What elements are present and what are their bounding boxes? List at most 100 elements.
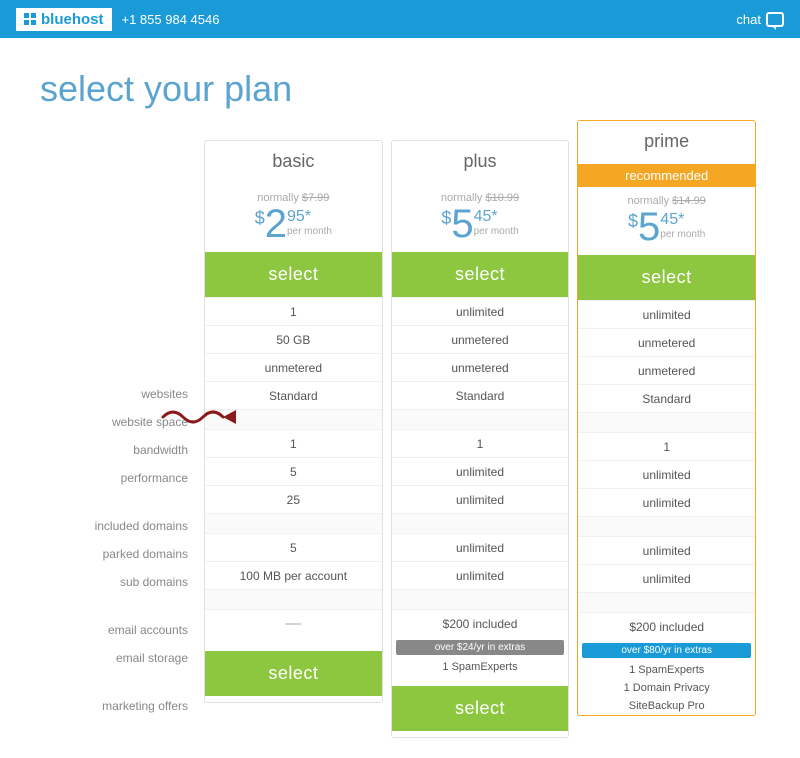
prime-marketing: $200 included xyxy=(578,612,755,640)
label-email-accounts: email accounts xyxy=(40,616,200,644)
basic-plan-name: basic xyxy=(210,151,377,172)
basic-cents: 95* xyxy=(287,208,311,226)
prime-spacer3 xyxy=(578,592,755,612)
prime-bandwidth: unmetered xyxy=(578,356,755,384)
logo-box[interactable]: bluehost xyxy=(16,8,112,31)
logo-grid-icon xyxy=(24,13,36,25)
prime-select-button[interactable]: select xyxy=(578,255,755,300)
basic-price-value: 2 xyxy=(265,204,287,244)
prime-bonus-1: 1 SpamExperts xyxy=(578,661,755,679)
basic-spacer2 xyxy=(205,513,382,533)
basic-price-area: normally $7.99 $ 2 95* per month xyxy=(205,184,382,252)
prime-price-value: 5 xyxy=(638,207,660,247)
basic-per: per month xyxy=(287,226,332,237)
plus-cents-val: 45 xyxy=(474,208,492,225)
label-spacer1 xyxy=(40,492,200,512)
prime-plan-name: prime xyxy=(583,131,750,152)
basic-select-button-bottom[interactable]: select xyxy=(205,651,382,696)
plus-normally: normally $10.99 xyxy=(397,192,564,204)
plus-included-domains: 1 xyxy=(392,429,569,457)
plus-dollar: $ xyxy=(441,208,451,229)
prime-bonus-3: SiteBackup Pro xyxy=(578,697,755,715)
plan-plus: plus normally $10.99 $ 5 45* per month xyxy=(391,140,570,738)
basic-websites: 1 xyxy=(205,297,382,325)
select-arrow-icon xyxy=(158,402,248,432)
prime-cents-val: 45 xyxy=(660,211,678,228)
basic-header: basic xyxy=(205,141,382,184)
prime-price-area: normally $14.99 $ 5 45* per month xyxy=(578,187,755,255)
plan-prime: prime recommended normally $14.99 $ 5 45… xyxy=(577,120,756,716)
page-content: select your plan websites website space … xyxy=(0,38,800,758)
basic-website-space: 50 GB xyxy=(205,325,382,353)
prime-price-main: $ 5 45* per month xyxy=(583,207,750,247)
plus-cents-period: 45* per month xyxy=(474,208,519,237)
basic-select-button[interactable]: select xyxy=(205,252,382,297)
basic-email-storage: 100 MB per account xyxy=(205,561,382,589)
prime-per: per month xyxy=(660,229,705,240)
plus-performance: Standard xyxy=(392,381,569,409)
plus-marketing: $200 included xyxy=(392,609,569,637)
label-parked-domains: parked domains xyxy=(40,540,200,568)
prime-email-accounts: unlimited xyxy=(578,536,755,564)
plus-normally-price: $10.99 xyxy=(485,192,519,204)
basic-marketing-dash: — xyxy=(285,615,301,633)
plus-bonus-1: 1 SpamExperts xyxy=(392,658,569,676)
label-included-domains: included domains xyxy=(40,512,200,540)
plus-spacer1 xyxy=(392,409,569,429)
basic-bottom-select-wrap: select xyxy=(205,645,382,702)
basic-parked-domains: 5 xyxy=(205,457,382,485)
plus-price-value: 5 xyxy=(451,204,473,244)
phone-number: +1 855 984 4546 xyxy=(122,12,220,27)
plus-website-space: unmetered xyxy=(392,325,569,353)
prime-websites: unlimited xyxy=(578,300,755,328)
label-spacer3 xyxy=(40,672,200,692)
arrow-decoration xyxy=(158,402,248,432)
prime-spacer2 xyxy=(578,516,755,536)
basic-included-domains: 1 xyxy=(205,429,382,457)
label-bandwidth: bandwidth xyxy=(40,436,200,464)
chat-button[interactable]: chat xyxy=(736,12,784,27)
plus-websites: unlimited xyxy=(392,297,569,325)
plus-spacer2 xyxy=(392,513,569,533)
prime-dollar: $ xyxy=(628,211,638,232)
plus-sub-domains: unlimited xyxy=(392,485,569,513)
prime-website-space: unmetered xyxy=(578,328,755,356)
prime-extras-badge: over $80/yr in extras xyxy=(582,643,751,658)
basic-price-main: $ 2 95* per month xyxy=(210,204,377,244)
plus-header: plus xyxy=(392,141,569,184)
plus-select-button[interactable]: select xyxy=(392,252,569,297)
prime-cents-period: 45* per month xyxy=(660,211,705,240)
plus-email-accounts: unlimited xyxy=(392,533,569,561)
page-title: select your plan xyxy=(40,68,760,110)
prime-normally-price: $14.99 xyxy=(672,195,706,207)
chat-icon xyxy=(766,12,784,27)
chat-label: chat xyxy=(736,12,761,27)
basic-spacer3 xyxy=(205,589,382,609)
plus-bandwidth: unmetered xyxy=(392,353,569,381)
basic-normally: normally $7.99 xyxy=(210,192,377,204)
basic-cents-period: 95* per month xyxy=(287,208,332,237)
prime-asterisk: * xyxy=(678,211,684,228)
basic-dollar: $ xyxy=(255,208,265,229)
prime-bonus-2: 1 Domain Privacy xyxy=(578,679,755,697)
label-marketing-offers: marketing offers xyxy=(40,692,200,720)
basic-bandwidth: unmetered xyxy=(205,353,382,381)
plus-select-button-bottom[interactable]: select xyxy=(392,686,569,731)
basic-normally-price: $7.99 xyxy=(302,192,330,204)
plus-bottom-select-wrap: select xyxy=(392,680,569,737)
plus-email-storage: unlimited xyxy=(392,561,569,589)
header: bluehost +1 855 984 4546 chat xyxy=(0,0,800,38)
label-sub-domains: sub domains xyxy=(40,568,200,596)
recommended-badge: recommended xyxy=(578,164,755,187)
basic-sub-domains: 25 xyxy=(205,485,382,513)
basic-email-accounts: 5 xyxy=(205,533,382,561)
basic-asterisk: * xyxy=(305,208,311,225)
plus-per: per month xyxy=(474,226,519,237)
label-performance: performance xyxy=(40,464,200,492)
label-spacer2 xyxy=(40,596,200,616)
plus-price-main: $ 5 45* per month xyxy=(397,204,564,244)
prime-normally: normally $14.99 xyxy=(583,195,750,207)
prime-spacer1 xyxy=(578,412,755,432)
plus-price-area: normally $10.99 $ 5 45* per month xyxy=(392,184,569,252)
prime-performance: Standard xyxy=(578,384,755,412)
